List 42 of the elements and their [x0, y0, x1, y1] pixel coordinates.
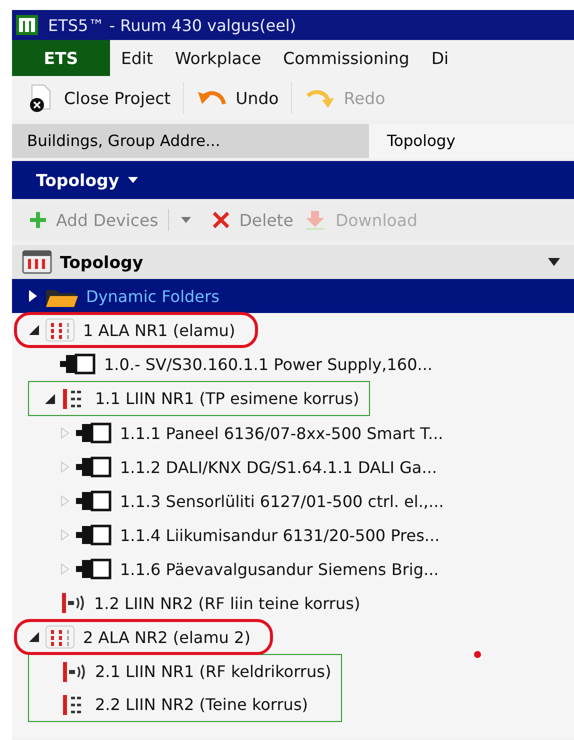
tree-title: Topology — [60, 252, 144, 272]
tree-item[interactable]: 1.1.6 Päevavalgusandur Siemens Brig... — [120, 560, 439, 578]
menu-item[interactable]: Di — [420, 40, 460, 76]
device-icon — [76, 489, 112, 513]
menu-item[interactable]: Edit — [110, 40, 164, 76]
area-icon — [45, 318, 75, 342]
panel-dropdown[interactable]: Topology — [36, 170, 140, 190]
caret-icon — [127, 176, 140, 184]
tree-item[interactable]: 1.1.2 DALI/KNX DG/S1.64.1.1 DALI Ga... — [120, 458, 437, 476]
tree-item[interactable]: 1.1 LIIN NR1 (TP esimene korrus) — [95, 389, 360, 408]
tree-item[interactable]: 1.1.4 Liikumisandur 6131/20-500 Pres... — [120, 526, 440, 544]
topology-icon — [22, 250, 52, 274]
menu-item[interactable]: Commissioning — [272, 40, 420, 76]
device-icon — [76, 523, 112, 547]
tab[interactable]: Topology — [369, 124, 574, 158]
caret-icon — [181, 217, 192, 223]
toolbar-button[interactable]: Close Project — [26, 83, 171, 113]
menu-item[interactable]: ETS — [12, 40, 110, 76]
menu-item[interactable]: Workplace — [164, 40, 272, 76]
device-icon — [76, 557, 112, 581]
tree-item[interactable]: 2.1 LIIN NR1 (RF keldrikorrus) — [95, 662, 332, 681]
tree-item[interactable]: 2 ALA NR2 (elamu 2) — [83, 628, 250, 646]
tab[interactable]: Buildings, Group Addre... — [12, 124, 369, 158]
tree-item[interactable]: 2.2 LIIN NR2 (Teine korrus) — [95, 695, 308, 714]
wireless-line-icon — [60, 591, 86, 615]
toolbar-button[interactable]: Undo — [196, 86, 279, 110]
area-icon — [45, 625, 75, 649]
tree-item[interactable]: Dynamic Folders — [86, 286, 220, 306]
device-icon — [60, 352, 96, 376]
wireless-line-icon — [61, 660, 87, 684]
tree-item[interactable]: 1 ALA NR1 (elamu) — [83, 320, 236, 340]
tree-item[interactable]: 1.2 LIIN NR2 (RF liin teine korrus) — [94, 594, 360, 612]
tree-item[interactable]: 1.1.3 Sensorlüliti 6127/01-500 ctrl. el.,... — [120, 492, 444, 510]
dropdown-caret-icon — [548, 258, 560, 266]
app-logo-icon — [16, 15, 38, 35]
tree-item[interactable]: 1.0.- SV/S30.160.1.1 Power Supply,160... — [104, 354, 433, 374]
plus-icon — [28, 210, 48, 230]
device-icon — [76, 421, 112, 445]
tree-item[interactable]: 1.1.1 Paneel 6136/07-8xx-500 Smart T... — [120, 424, 444, 442]
close-x-icon — [211, 210, 232, 230]
window-title: ETS5™ - Ruum 430 valgus(eel) — [48, 16, 296, 34]
device-icon — [76, 455, 112, 479]
